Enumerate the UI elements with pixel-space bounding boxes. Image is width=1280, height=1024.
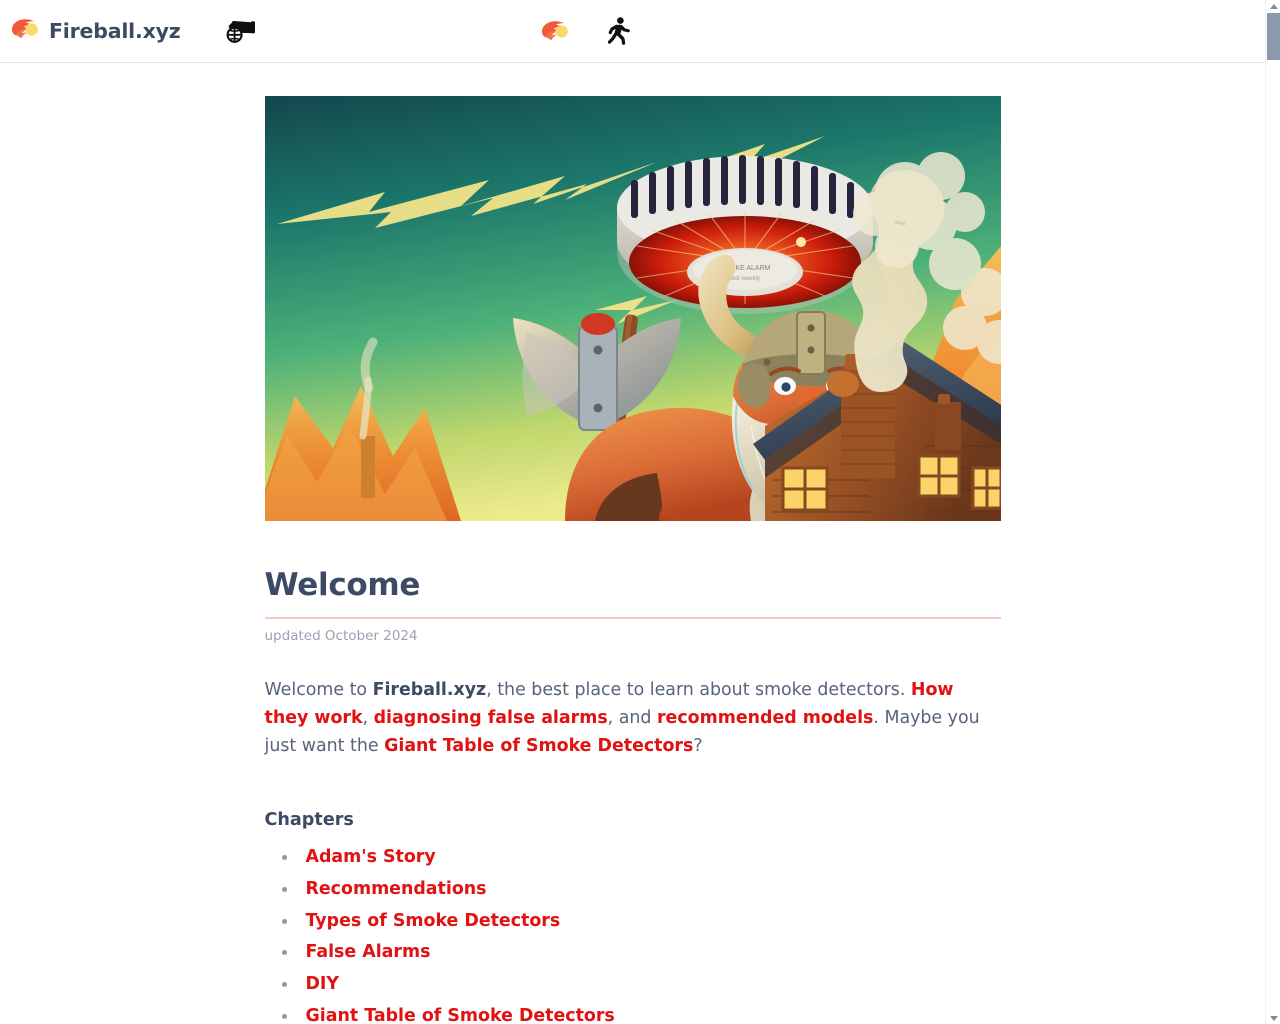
chapter-link-types-of-smoke-detectors[interactable]: Types of Smoke Detectors [306,911,561,931]
link-recommended-models[interactable]: recommended models [657,708,873,728]
intro-text-part4: , and [607,707,657,728]
scroll-up-arrow[interactable] [1266,0,1280,12]
chapter-link-false-alarms[interactable]: False Alarms [306,942,431,962]
vertical-scrollbar[interactable] [1265,0,1280,1024]
page-title: Welcome [264,567,421,603]
list-item: Recommendations [280,879,1001,901]
link-giant-table[interactable]: Giant Table of Smoke Detectors [384,736,693,756]
intro-paragraph: Welcome to Fireball.xyz, the best place … [265,676,1001,761]
intro-text-part3: , [362,707,374,728]
brand-name: Fireball.xyz [49,19,181,43]
list-item: False Alarms [280,942,1001,964]
main-content: SMOKE ALARM test weekly Welcome updated … [264,63,1001,1024]
title-divider [264,616,1001,619]
hero-illustration: SMOKE ALARM test weekly [264,96,1001,521]
header-left-icons [223,16,257,46]
fireball-icon[interactable] [540,18,570,44]
fireball-icon [10,16,40,46]
updated-date: updated October 2024 [264,627,418,644]
chapters-list: Adam's Story Recommendations Types of Sm… [265,847,1001,1024]
intro-text-part1: Welcome to [264,679,373,700]
list-item: DIY [280,974,1001,996]
header-right-icons [540,16,630,46]
intro-text-part2: , the best place to learn about smoke de… [486,679,911,700]
chapters-heading: Chapters [264,810,354,831]
list-item: Adam's Story [280,847,1001,869]
intro-text-part6: ? [693,736,703,757]
chapter-link-adams-story[interactable]: Adam's Story [306,847,436,867]
chapter-link-giant-table-of-smoke-detectors[interactable]: Giant Table of Smoke Detectors [306,1006,615,1024]
brand-link[interactable]: Fireball.xyz [10,16,181,46]
site-header: Fireball.xyz [0,0,1265,63]
scroll-down-arrow[interactable] [1266,1012,1280,1024]
list-item: Types of Smoke Detectors [280,911,1001,933]
chapter-link-diy[interactable]: DIY [306,974,340,994]
running-person-icon[interactable] [604,16,630,46]
cannon-icon[interactable] [223,16,257,46]
scroll-thumb[interactable] [1267,13,1280,60]
page-body: Fireball.xyz SMOKE ALARM test weekly Wel… [0,0,1265,1024]
browser-viewport: Fireball.xyz SMOKE ALARM test weekly Wel… [0,0,1280,1024]
list-item: Giant Table of Smoke Detectors [280,1006,1001,1024]
chapter-link-recommendations[interactable]: Recommendations [306,879,487,899]
link-diagnosing-false-alarms[interactable]: diagnosing false alarms [374,708,608,728]
intro-brand-name: Fireball.xyz [372,679,487,700]
